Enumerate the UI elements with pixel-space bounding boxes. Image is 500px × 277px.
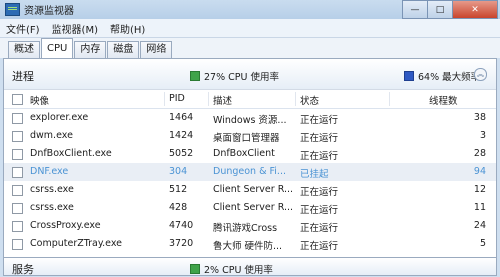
- row-checkbox[interactable]: [12, 149, 23, 160]
- window-title: 资源监视器: [24, 6, 74, 17]
- cpu-usage-metric: 27% CPU 使用率: [190, 69, 279, 83]
- table-row[interactable]: dwm.exe 1424 桌面窗口管理器 正在运行 3: [4, 127, 496, 145]
- cell-description: 鲁大师 硬件防...: [213, 241, 283, 252]
- cell-image: csrss.exe: [30, 202, 74, 213]
- row-checkbox[interactable]: [12, 131, 23, 142]
- services-cpu-text: 2% CPU 使用率: [204, 265, 273, 276]
- cell-pid: 5052: [169, 148, 194, 159]
- column-separator[interactable]: [389, 92, 390, 106]
- column-description[interactable]: 描述: [213, 93, 232, 107]
- cell-description: 桌面窗口管理器: [213, 133, 280, 144]
- cell-pid: 1424: [169, 130, 194, 141]
- row-checkbox[interactable]: [12, 239, 23, 250]
- cell-image: DnfBoxClient.exe: [30, 148, 112, 159]
- collapse-chevron-icon[interactable]: ︽: [474, 68, 487, 81]
- column-separator[interactable]: [164, 92, 165, 106]
- services-cpu-metric: 2% CPU 使用率: [190, 262, 273, 276]
- column-status[interactable]: 状态: [300, 93, 319, 107]
- cell-pid: 512: [169, 184, 188, 195]
- cell-status: 正在运行: [300, 115, 339, 126]
- close-button[interactable]: ✕: [452, 0, 498, 19]
- cell-image: CrossProxy.exe: [30, 220, 101, 231]
- table-row[interactable]: DNF.exe 304 Dungeon & Fi... 已挂起 94: [4, 163, 496, 181]
- cell-status: 已挂起: [300, 169, 329, 180]
- cell-pid: 3720: [169, 238, 194, 249]
- row-checkbox[interactable]: [12, 113, 23, 124]
- cell-pid: 1464: [169, 112, 194, 123]
- cell-image: explorer.exe: [30, 112, 89, 123]
- cell-description: Client Server R...: [213, 184, 294, 195]
- column-pid[interactable]: PID: [169, 93, 185, 104]
- tab-disk[interactable]: 磁盘: [107, 41, 140, 58]
- tab-memory[interactable]: 内存: [74, 41, 107, 58]
- cell-description: Dungeon & Fi...: [213, 166, 286, 177]
- table-row[interactable]: ComputerZTray.exe 3720 鲁大师 硬件防... 正在运行 5: [4, 235, 496, 253]
- tab-overview[interactable]: 概述: [8, 41, 40, 58]
- column-threads[interactable]: 线程数: [429, 93, 458, 107]
- menu-file[interactable]: 文件(F): [0, 21, 46, 36]
- tab-strip: 概述 CPU 内存 磁盘 网络: [0, 38, 500, 58]
- maximize-button[interactable]: □: [427, 0, 453, 19]
- cell-threads: 12: [473, 184, 486, 195]
- menu-monitor[interactable]: 监视器(M): [46, 21, 104, 36]
- resource-monitor-icon: [5, 3, 20, 16]
- row-checkbox[interactable]: [12, 185, 23, 196]
- table-row[interactable]: csrss.exe 512 Client Server R... 正在运行 12: [4, 181, 496, 199]
- cell-description: Windows 资源...: [213, 115, 287, 126]
- menu-help[interactable]: 帮助(H): [104, 21, 151, 36]
- row-checkbox[interactable]: [12, 221, 23, 232]
- cell-description: Client Server R...: [213, 202, 294, 213]
- cell-status: 正在运行: [300, 133, 339, 144]
- cell-threads: 5: [479, 238, 486, 249]
- cell-image: ComputerZTray.exe: [30, 238, 123, 249]
- cell-status: 正在运行: [300, 241, 339, 252]
- cell-threads: 94: [473, 166, 486, 177]
- cell-description: DnfBoxClient: [213, 148, 275, 159]
- cell-threads: 28: [473, 148, 486, 159]
- tab-cpu[interactable]: CPU: [41, 38, 74, 58]
- column-image[interactable]: 映像: [30, 93, 49, 107]
- services-cpu-swatch: [190, 264, 200, 274]
- cpu-usage-swatch: [190, 71, 200, 81]
- cell-status: 正在运行: [300, 223, 339, 234]
- processes-header[interactable]: 进程 27% CPU 使用率 64% 最大频率 ︽: [4, 59, 496, 90]
- cell-image: DNF.exe: [30, 166, 69, 177]
- cell-threads: 3: [479, 130, 486, 141]
- cell-status: 正在运行: [300, 151, 339, 162]
- max-frequency-metric: 64% 最大频率: [404, 69, 480, 83]
- cell-threads: 24: [473, 220, 486, 231]
- processes-panel: 进程 27% CPU 使用率 64% 最大频率 ︽ 映像 PID 描述 状态 线…: [3, 58, 497, 258]
- cell-pid: 428: [169, 202, 188, 213]
- table-row[interactable]: csrss.exe 428 Client Server R... 正在运行 11: [4, 199, 496, 217]
- title-bar: 资源监视器 — □ ✕: [0, 0, 500, 19]
- cell-image: csrss.exe: [30, 184, 74, 195]
- cell-image: dwm.exe: [30, 130, 73, 141]
- max-frequency-swatch: [404, 71, 414, 81]
- select-all-checkbox[interactable]: [12, 94, 23, 105]
- cell-pid: 4740: [169, 220, 194, 231]
- tab-network[interactable]: 网络: [140, 41, 173, 58]
- column-header-row: 映像 PID 描述 状态 线程数: [4, 90, 496, 109]
- table-row[interactable]: explorer.exe 1464 Windows 资源... 正在运行 38: [4, 109, 496, 127]
- services-section-header[interactable]: 服务 2% CPU 使用率: [3, 258, 497, 276]
- cell-status: 正在运行: [300, 187, 339, 198]
- row-checkbox[interactable]: [12, 203, 23, 214]
- column-separator[interactable]: [208, 92, 209, 106]
- cell-threads: 38: [473, 112, 486, 123]
- cell-status: 正在运行: [300, 205, 339, 216]
- max-frequency-text: 64% 最大频率: [418, 72, 481, 83]
- cpu-usage-text: 27% CPU 使用率: [204, 72, 279, 83]
- row-checkbox[interactable]: [12, 167, 23, 178]
- table-row[interactable]: CrossProxy.exe 4740 腾讯游戏Cross 正在运行 24: [4, 217, 496, 235]
- cell-threads: 11: [473, 202, 486, 213]
- cell-description: 腾讯游戏Cross: [213, 223, 278, 234]
- column-separator[interactable]: [295, 92, 296, 106]
- services-title: 服务: [12, 263, 34, 276]
- table-row[interactable]: DnfBoxClient.exe 5052 DnfBoxClient 正在运行 28: [4, 145, 496, 163]
- menu-bar: 文件(F) 监视器(M) 帮助(H): [0, 19, 500, 38]
- minimize-button[interactable]: —: [402, 0, 428, 19]
- cell-pid: 304: [169, 166, 188, 177]
- processes-title: 进程: [12, 70, 34, 83]
